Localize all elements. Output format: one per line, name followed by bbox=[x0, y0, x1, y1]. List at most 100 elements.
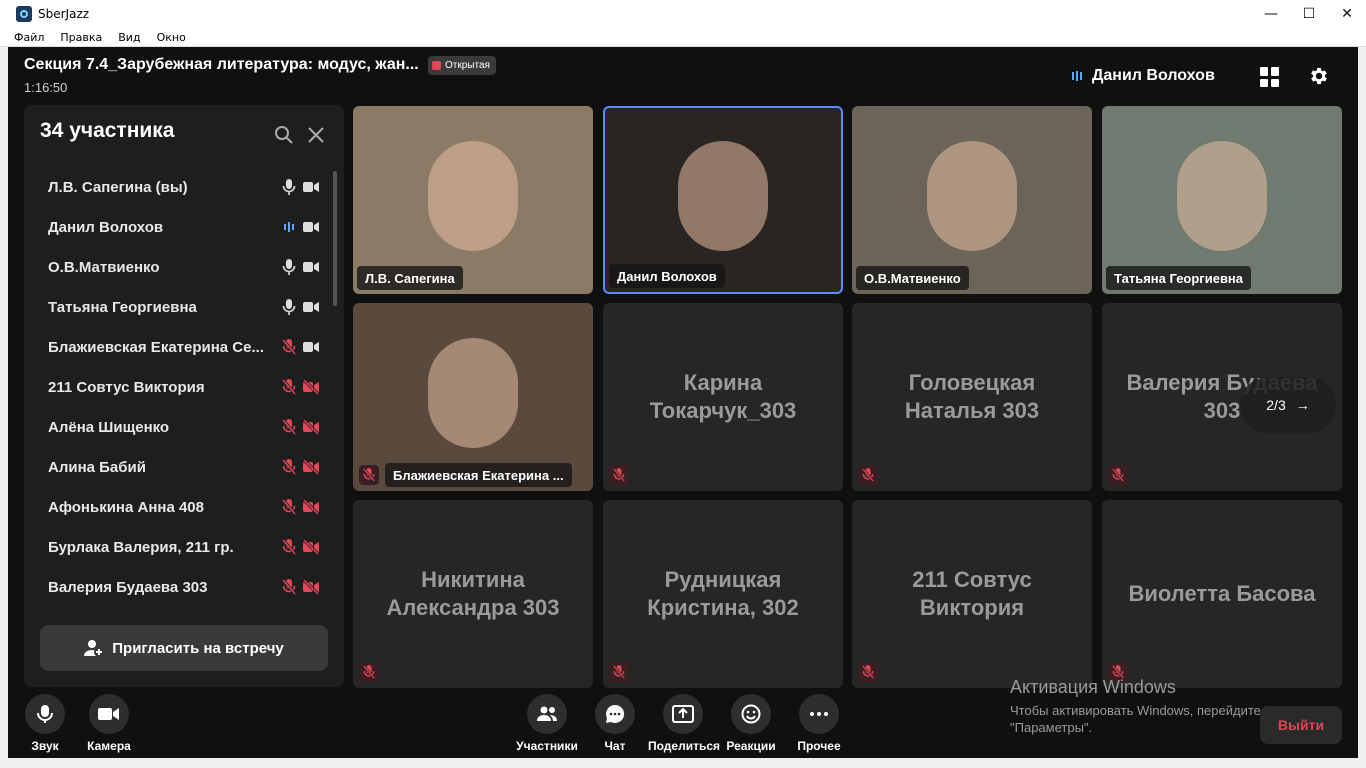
mic-off-icon bbox=[281, 419, 297, 435]
chat-icon bbox=[595, 694, 635, 734]
participant-row[interactable]: Валерия Будаева 303 bbox=[24, 567, 344, 607]
mic-off-icon bbox=[359, 465, 379, 485]
page-next-button[interactable]: 2/3 → bbox=[1240, 377, 1336, 433]
video-feed bbox=[428, 141, 518, 252]
video-feed bbox=[927, 141, 1017, 252]
participant-row[interactable]: О.В.Матвиенко bbox=[24, 247, 344, 287]
chat-button[interactable]: Чат bbox=[580, 694, 650, 753]
speaking-indicator-icon bbox=[1072, 71, 1082, 81]
participant-placeholder-tile[interactable]: Головецкая Наталья 303 bbox=[852, 303, 1092, 491]
mic-off-icon bbox=[609, 662, 629, 682]
participant-row[interactable]: Данил Волохов bbox=[24, 207, 344, 247]
camera-icon bbox=[303, 300, 319, 314]
participant-placeholder-tile[interactable]: Рудницкая Кристина, 302 bbox=[603, 500, 843, 688]
video-tile[interactable]: Л.В. Сапегина bbox=[353, 106, 593, 294]
tile-participant-name: Никитина Александра 303 bbox=[386, 567, 560, 620]
more-button[interactable]: Прочее bbox=[784, 694, 854, 753]
tile-name-label: О.В.Матвиенко bbox=[856, 266, 969, 290]
mic-off-icon bbox=[281, 539, 297, 555]
more-label: Прочее bbox=[797, 739, 841, 753]
mic-off-icon bbox=[281, 459, 297, 475]
meeting-app: Секция 7.4_Зарубежная литература: модус,… bbox=[8, 47, 1358, 768]
share-label: Поделиться bbox=[648, 739, 721, 753]
menu-window[interactable]: Окно bbox=[157, 31, 186, 44]
participant-name: Валерия Будаева 303 bbox=[48, 578, 208, 596]
camera-off-icon bbox=[302, 498, 320, 516]
search-icon[interactable] bbox=[274, 125, 294, 145]
video-tile[interactable]: Блажиевская Екатерина ... bbox=[353, 303, 593, 491]
participant-placeholder-tile[interactable]: 211 Совтус Виктория bbox=[852, 500, 1092, 688]
share-button[interactable]: Поделиться bbox=[648, 694, 721, 753]
participants-button[interactable]: Участники bbox=[512, 694, 582, 753]
app-logo-icon bbox=[16, 6, 32, 22]
sound-button[interactable]: Звук bbox=[10, 694, 80, 753]
participant-placeholder-tile[interactable]: Виолетта Басова bbox=[1102, 500, 1342, 688]
menu-edit[interactable]: Правка bbox=[60, 31, 102, 44]
participant-row[interactable]: 211 Совтус Виктория bbox=[24, 367, 344, 407]
participant-row[interactable]: Блажиевская Екатерина Се... bbox=[24, 327, 344, 367]
gear-icon[interactable] bbox=[1308, 65, 1330, 87]
grid-layout-icon[interactable] bbox=[1260, 67, 1280, 87]
tile-participant-name: 211 Совтус Виктория bbox=[912, 567, 1032, 620]
camera-icon bbox=[303, 260, 319, 274]
watermark-title: Активация Windows bbox=[1010, 677, 1176, 697]
participant-row[interactable]: Алёна Шищенко bbox=[24, 407, 344, 447]
close-icon[interactable] bbox=[306, 125, 326, 145]
camera-icon bbox=[303, 180, 319, 194]
tile-participant-name: Карина Токарчук_303 bbox=[649, 370, 797, 423]
participant-name: Алёна Шищенко bbox=[48, 418, 170, 436]
microphone-icon bbox=[282, 179, 296, 195]
minimize-button[interactable]: — bbox=[1252, 0, 1290, 28]
mic-off-icon bbox=[1108, 465, 1128, 485]
video-tile[interactable]: Данил Волохов bbox=[603, 106, 843, 294]
share-screen-icon bbox=[663, 694, 703, 734]
menu-view[interactable]: Вид bbox=[118, 31, 140, 44]
menu-file[interactable]: Файл bbox=[14, 31, 44, 44]
reactions-label: Реакции bbox=[726, 739, 776, 753]
video-feed bbox=[1177, 141, 1267, 252]
participants-count: 34 участника bbox=[40, 119, 175, 142]
camera-button[interactable]: Камера bbox=[74, 694, 144, 753]
participant-row[interactable]: Афонькина Анна 408 bbox=[24, 487, 344, 527]
participant-placeholder-tile[interactable]: Никитина Александра 303 bbox=[353, 500, 593, 688]
video-feed bbox=[428, 338, 518, 449]
reactions-button[interactable]: Реакции bbox=[716, 694, 786, 753]
camera-icon bbox=[303, 220, 319, 234]
window-titlebar: SberJazz — ☐ ✕ bbox=[0, 0, 1366, 28]
active-speaker-name: Данил Волохов bbox=[1092, 67, 1215, 84]
window-border-left bbox=[0, 47, 8, 768]
participant-placeholder-tile[interactable]: Карина Токарчук_303 bbox=[603, 303, 843, 491]
participant-name: Татьяна Георгиевна bbox=[48, 298, 197, 316]
camera-label: Камера bbox=[87, 739, 131, 753]
microphone-icon bbox=[282, 299, 296, 315]
smile-icon bbox=[731, 694, 771, 734]
mic-off-icon bbox=[281, 499, 297, 515]
tile-participant-name: Рудницкая Кристина, 302 bbox=[647, 567, 799, 620]
invite-button-label: Пригласить на встречу bbox=[112, 639, 284, 657]
mic-off-icon bbox=[281, 379, 297, 395]
camera-icon bbox=[89, 694, 129, 734]
participant-row[interactable]: Бурлака Валерия, 211 гр. bbox=[24, 527, 344, 567]
participant-row[interactable]: Татьяна Георгиевна bbox=[24, 287, 344, 327]
window-border-bottom bbox=[0, 758, 1366, 768]
camera-off-icon bbox=[302, 378, 320, 396]
mic-off-icon bbox=[359, 662, 379, 682]
invite-button[interactable]: Пригласить на встречу bbox=[40, 625, 328, 671]
active-speaker: Данил Волохов bbox=[1072, 67, 1215, 85]
participants-scrollbar[interactable] bbox=[333, 171, 337, 306]
video-tile[interactable]: О.В.Матвиенко bbox=[852, 106, 1092, 294]
microphone-icon bbox=[282, 259, 296, 275]
participant-name: Данил Волохов bbox=[48, 218, 164, 236]
window-border-right bbox=[1358, 47, 1366, 768]
open-meeting-badge: Открытая bbox=[428, 56, 496, 75]
close-window-button[interactable]: ✕ bbox=[1328, 0, 1366, 28]
video-tile[interactable]: Татьяна Георгиевна bbox=[1102, 106, 1342, 294]
participant-row[interactable]: Алина Бабий bbox=[24, 447, 344, 487]
tile-participant-name: Головецкая Наталья 303 bbox=[904, 370, 1040, 423]
camera-off-icon bbox=[302, 538, 320, 556]
people-icon bbox=[527, 694, 567, 734]
sound-label: Звук bbox=[31, 739, 59, 753]
exit-button[interactable]: Выйти bbox=[1260, 706, 1342, 744]
participant-row[interactable]: Л.В. Сапегина (вы) bbox=[24, 167, 344, 207]
maximize-button[interactable]: ☐ bbox=[1290, 0, 1328, 28]
